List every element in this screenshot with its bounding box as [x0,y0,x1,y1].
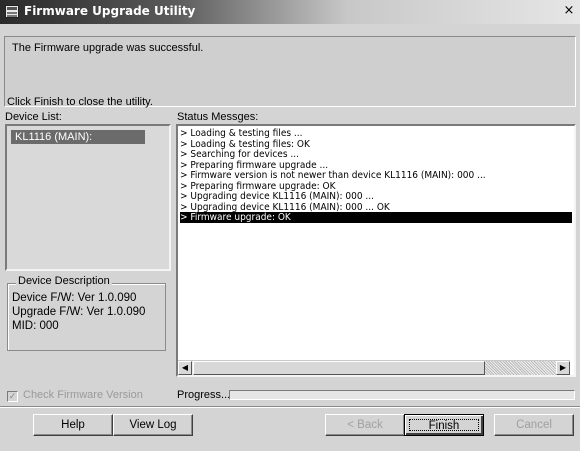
scroll-left-icon[interactable]: ◀ [178,361,192,375]
device-description-title: Device Description [16,275,112,287]
progress-bar [229,390,575,400]
status-line[interactable]: > Preparing firmware upgrade: OK [180,181,336,192]
check-firmware-label: Check Firmware Version [23,389,143,401]
help-button[interactable]: Help [33,414,113,436]
finish-instruction: Click Finish to close the utility. [7,96,153,108]
mid-value: MID: 000 [12,320,59,332]
firmware-upgrade-window: Firmware Upgrade Utility × The Firmware … [0,0,580,451]
status-line[interactable]: > Loading & testing files: OK [180,139,310,150]
app-window-icon [5,5,19,18]
status-line[interactable]: > Upgrading device KL1116 (MAIN): 000 ..… [180,191,374,202]
finish-button-label: Finish [409,419,479,432]
cancel-button[interactable]: Cancel [494,414,574,436]
button-separator [0,406,580,408]
progress-label: Progress... [177,389,231,401]
scroll-right-icon[interactable]: ▶ [556,361,570,375]
scroll-thumb[interactable] [193,361,485,375]
title-bar: Firmware Upgrade Utility × [0,0,580,24]
device-list[interactable]: KL1116 (MAIN): [5,124,171,271]
status-line[interactable]: > Searching for devices ... [180,149,299,160]
device-list-item-selected[interactable]: KL1116 (MAIN): [11,130,145,144]
device-fw-version: Device F/W: Ver 1.0.090 [12,292,137,304]
view-log-button[interactable]: View Log [113,414,193,436]
status-messages-label: Status Messges: [177,111,259,123]
device-description-group: Device Description Device F/W: Ver 1.0.0… [7,275,166,351]
status-line[interactable]: > Loading & testing files ... [180,128,302,139]
check-firmware-checkbox[interactable]: ✓ [7,391,18,402]
back-button[interactable]: < Back [325,414,405,436]
status-line[interactable]: > Firmware version is not newer than dev… [180,170,486,181]
status-messages-list[interactable]: > Loading & testing files ... > Loading &… [176,124,576,377]
close-icon[interactable]: × [561,4,577,19]
success-message: The Firmware upgrade was successful. [12,42,204,54]
finish-button[interactable]: Finish [404,414,484,436]
status-line[interactable]: > Upgrading device KL1116 (MAIN): 000 ..… [180,202,390,213]
status-line[interactable]: > Preparing firmware upgrade ... [180,160,328,171]
status-line[interactable]: > Firmware upgrade: OK [180,212,572,223]
upgrade-fw-version: Upgrade F/W: Ver 1.0.090 [12,306,146,318]
device-list-label: Device List: [5,111,62,123]
window-title: Firmware Upgrade Utility [24,4,196,18]
horizontal-scrollbar[interactable]: ◀ ▶ [178,360,570,375]
scroll-track[interactable] [485,361,556,375]
